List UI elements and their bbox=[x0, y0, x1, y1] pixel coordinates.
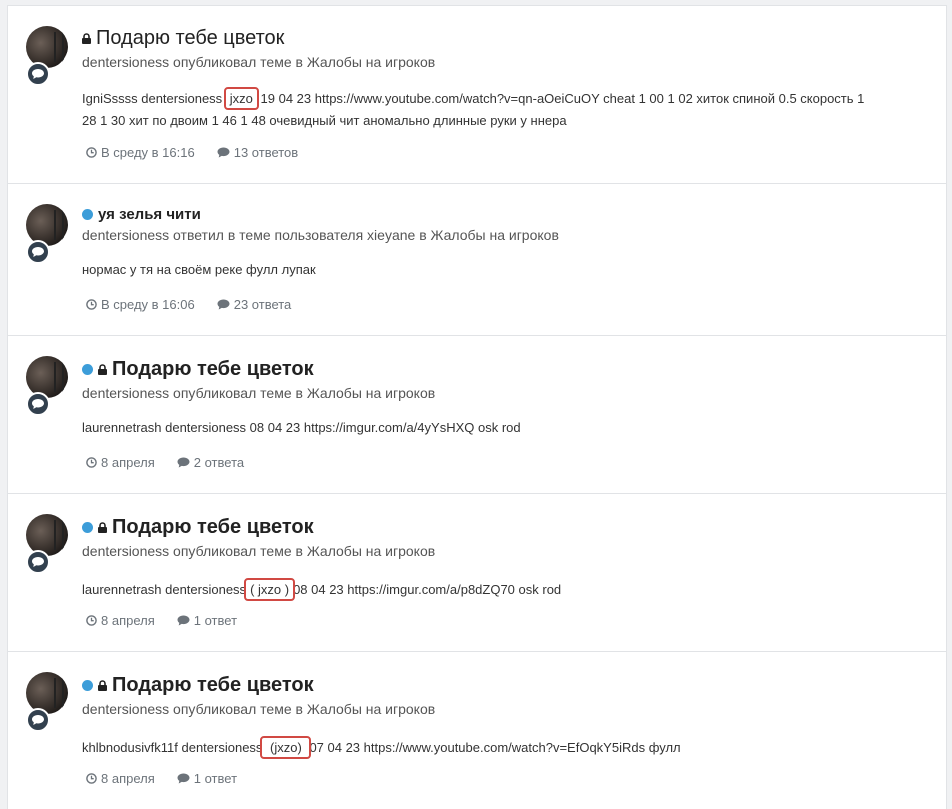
highlight-box: ( jxzo ) bbox=[244, 578, 296, 601]
avatar[interactable] bbox=[26, 26, 70, 86]
avatar-image bbox=[26, 672, 68, 714]
item-meta: dentersioness опубликовал теме в Жалобы … bbox=[82, 385, 436, 401]
chat-bubble-icon bbox=[26, 708, 50, 732]
replies-label: 13 ответов bbox=[233, 145, 299, 160]
item-title-row: Подарю тебе цветок bbox=[82, 27, 284, 50]
date-label: 8 апреля bbox=[101, 613, 155, 628]
item-meta: dentersioness ответил в теме пользовател… bbox=[82, 227, 559, 243]
highlight-box: (jxzo) bbox=[260, 736, 312, 759]
item-title-row: уя зелья чити bbox=[82, 206, 201, 223]
date-label: В среду в 16:16 bbox=[101, 145, 195, 160]
item-replies[interactable]: 13 ответов bbox=[217, 145, 298, 160]
item-stats: 8 апреля 1 ответ bbox=[86, 771, 259, 786]
snippet-text: 07 04 23 https://www.youtube.com/watch?v… bbox=[309, 740, 681, 755]
snippet-text: laurennetrash dentersioness bbox=[82, 582, 247, 597]
date-label: 8 апреля bbox=[101, 455, 155, 470]
replies-label: 1 ответ bbox=[193, 771, 238, 786]
chat-bubble-icon bbox=[26, 550, 50, 574]
highlight-box: jxzo bbox=[223, 87, 259, 110]
activity-feed: Подарю тебе цветок dentersioness опублик… bbox=[7, 5, 947, 809]
item-title-link[interactable]: Подарю тебе цветок bbox=[112, 358, 314, 381]
item-date[interactable]: В среду в 16:06 bbox=[86, 297, 195, 312]
snippet-text: 28 1 30 хит по двоим 1 46 1 48 очевидный… bbox=[82, 113, 567, 128]
clock-icon bbox=[86, 299, 97, 310]
item-replies[interactable]: 1 ответ bbox=[177, 613, 237, 628]
item-title-row: Подарю тебе цветок bbox=[82, 358, 314, 381]
chat-bubble-icon bbox=[26, 240, 50, 264]
snippet-text: khlbnodusivfk11f dentersioness bbox=[82, 740, 263, 755]
item-meta: dentersioness опубликовал теме в Жалобы … bbox=[82, 701, 436, 717]
date-label: 8 апреля bbox=[101, 771, 155, 786]
item-title-link[interactable]: Подарю тебе цветок bbox=[112, 674, 314, 697]
item-date[interactable]: В среду в 16:16 bbox=[86, 145, 195, 160]
avatar-image bbox=[26, 356, 68, 398]
item-snippet: нормас у тя на своём реке фулл лупак bbox=[82, 262, 316, 277]
item-meta: dentersioness опубликовал теме в Жалобы … bbox=[82, 543, 436, 559]
item-replies[interactable]: 1 ответ bbox=[177, 771, 237, 786]
item-stats: В среду в 16:06 23 ответа bbox=[86, 297, 313, 312]
comment-icon bbox=[217, 299, 230, 310]
item-snippet: laurennetrash dentersioness 08 04 23 htt… bbox=[82, 420, 521, 435]
item-title-link[interactable]: Подарю тебе цветок bbox=[96, 27, 284, 50]
item-stats: 8 апреля 1 ответ bbox=[86, 613, 259, 628]
lock-icon bbox=[98, 522, 107, 533]
date-label: В среду в 16:06 bbox=[101, 297, 195, 312]
comment-icon bbox=[177, 615, 190, 626]
unread-dot bbox=[82, 209, 93, 220]
unread-dot bbox=[82, 680, 93, 691]
list-item: Подарю тебе цветок dentersioness опублик… bbox=[8, 5, 946, 184]
item-title-row: Подарю тебе цветок bbox=[82, 674, 314, 697]
item-replies[interactable]: 2 ответа bbox=[177, 455, 244, 470]
item-date[interactable]: 8 апреля bbox=[86, 455, 155, 470]
list-item: уя зелья чити dentersioness ответил в те… bbox=[8, 183, 946, 336]
item-snippet: laurennetrash dentersioness( jxzo ) 08 04… bbox=[82, 578, 932, 601]
lock-icon bbox=[98, 680, 107, 691]
clock-icon bbox=[86, 615, 97, 626]
list-item: Подарю тебе цветок dentersioness опублик… bbox=[8, 651, 946, 809]
item-meta: dentersioness опубликовал теме в Жалобы … bbox=[82, 54, 436, 70]
avatar-image bbox=[26, 204, 68, 246]
unread-dot bbox=[82, 364, 93, 375]
avatar[interactable] bbox=[26, 514, 70, 574]
clock-icon bbox=[86, 773, 97, 784]
item-title-link[interactable]: уя зелья чити bbox=[98, 206, 201, 223]
item-snippet: khlbnodusivfk11f dentersioness (jxzo) 07… bbox=[82, 736, 932, 759]
item-title-link[interactable]: Подарю тебе цветок bbox=[112, 516, 314, 539]
avatar[interactable] bbox=[26, 356, 70, 416]
item-snippet: IgniSssss dentersioness jxzo 19 04 23 ht… bbox=[82, 87, 932, 132]
snippet-text: 08 04 23 https://imgur.com/a/p8dZQ70 osk… bbox=[293, 582, 562, 597]
comment-icon bbox=[177, 773, 190, 784]
lock-icon bbox=[82, 33, 91, 44]
chat-bubble-icon bbox=[26, 62, 50, 86]
snippet-text: 19 04 23 https://www.youtube.com/watch?v… bbox=[256, 91, 865, 106]
avatar-image bbox=[26, 26, 68, 68]
item-date[interactable]: 8 апреля bbox=[86, 613, 155, 628]
replies-label: 2 ответа bbox=[193, 455, 245, 470]
comment-icon bbox=[217, 147, 230, 158]
clock-icon bbox=[86, 457, 97, 468]
comment-icon bbox=[177, 457, 190, 468]
avatar-image bbox=[26, 514, 68, 556]
list-item: Подарю тебе цветок dentersioness опублик… bbox=[8, 493, 946, 652]
item-stats: В среду в 16:16 13 ответов bbox=[86, 145, 320, 160]
chat-bubble-icon bbox=[26, 392, 50, 416]
list-item: Подарю тебе цветок dentersioness опублик… bbox=[8, 335, 946, 494]
item-title-row: Подарю тебе цветок bbox=[82, 516, 314, 539]
replies-label: 1 ответ bbox=[193, 613, 238, 628]
item-date[interactable]: 8 апреля bbox=[86, 771, 155, 786]
replies-label: 23 ответа bbox=[233, 297, 292, 312]
unread-dot bbox=[82, 522, 93, 533]
item-replies[interactable]: 23 ответа bbox=[217, 297, 292, 312]
lock-icon bbox=[98, 364, 107, 375]
clock-icon bbox=[86, 147, 97, 158]
item-stats: 8 апреля 2 ответа bbox=[86, 455, 266, 470]
snippet-text: IgniSssss dentersioness bbox=[82, 91, 226, 106]
avatar[interactable] bbox=[26, 672, 70, 732]
avatar[interactable] bbox=[26, 204, 70, 264]
